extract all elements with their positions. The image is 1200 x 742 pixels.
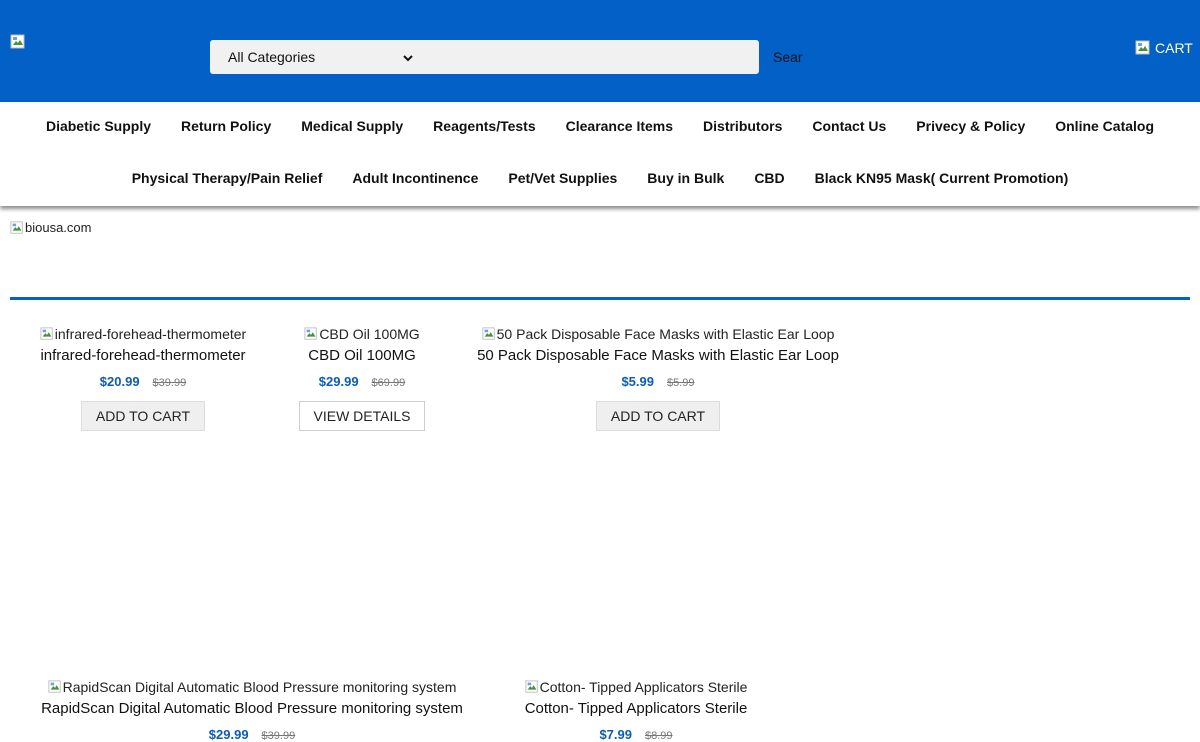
site-header: All Categories Sear CART bbox=[0, 0, 1200, 102]
product-name[interactable]: infrared-forehead-thermometer bbox=[30, 347, 256, 364]
section-divider bbox=[10, 297, 1190, 300]
nav-item-cbd[interactable]: CBD bbox=[739, 170, 799, 186]
nav-row-1: Diabetic Supply Return Policy Medical Su… bbox=[0, 118, 1200, 134]
broken-image-icon bbox=[304, 327, 318, 341]
nav-item-diabetic-supply[interactable]: Diabetic Supply bbox=[31, 118, 166, 134]
nav-item-return-policy[interactable]: Return Policy bbox=[166, 118, 286, 134]
cart-icon bbox=[1135, 40, 1151, 56]
broken-image-icon bbox=[525, 680, 539, 694]
add-to-cart-button[interactable]: ADD TO CART bbox=[595, 401, 721, 431]
nav-item-contact-us[interactable]: Contact Us bbox=[797, 118, 901, 134]
nav-item-pet-vet-supplies[interactable]: Pet/Vet Supplies bbox=[493, 170, 632, 186]
banner-alt-text: biousa.com bbox=[25, 220, 92, 235]
main-nav: Diabetic Supply Return Policy Medical Su… bbox=[0, 102, 1200, 206]
nav-item-privacy-policy[interactable]: Privecy & Policy bbox=[901, 118, 1040, 134]
nav-item-online-catalog[interactable]: Online Catalog bbox=[1040, 118, 1169, 134]
cart-link[interactable]: CART bbox=[1135, 40, 1193, 56]
product-image[interactable]: 50 Pack Disposable Face Masks with Elast… bbox=[468, 325, 848, 343]
product-image[interactable]: CBD Oil 100MG bbox=[272, 325, 452, 343]
product-prices: $5.99 $5.99 bbox=[468, 374, 848, 389]
nav-row-2: Physical Therapy/Pain Relief Adult Incon… bbox=[0, 170, 1200, 186]
nav-item-physical-therapy[interactable]: Physical Therapy/Pain Relief bbox=[117, 170, 338, 186]
broken-image-icon bbox=[482, 327, 496, 341]
search-button[interactable]: Sear bbox=[773, 49, 803, 65]
nav-item-black-kn95-mask[interactable]: Black KN95 Mask( Current Promotion) bbox=[800, 170, 1084, 186]
product-old-price: $39.99 bbox=[152, 377, 187, 389]
product-name[interactable]: 50 Pack Disposable Face Masks with Elast… bbox=[468, 347, 848, 364]
product-card: infrared-forehead-thermometer infrared-f… bbox=[30, 325, 256, 431]
product-card: CBD Oil 100MG CBD Oil 100MG $29.99 $69.9… bbox=[272, 325, 452, 431]
product-old-price: $8.99 bbox=[645, 730, 673, 742]
nav-item-distributors[interactable]: Distributors bbox=[688, 118, 797, 134]
category-select[interactable]: All Categories bbox=[210, 40, 424, 74]
product-prices: $20.99 $39.99 bbox=[30, 374, 256, 389]
product-image-alt: RapidScan Digital Automatic Blood Pressu… bbox=[62, 679, 457, 695]
product-old-price: $5.99 bbox=[667, 377, 695, 389]
add-to-cart-button[interactable]: ADD TO CART bbox=[80, 401, 206, 431]
nav-item-medical-supply[interactable]: Medical Supply bbox=[286, 118, 418, 134]
product-image-alt: CBD Oil 100MG bbox=[319, 326, 420, 342]
category-select-value: All Categories bbox=[228, 49, 316, 65]
product-image[interactable]: Cotton- Tipped Applicators Sterile bbox=[506, 678, 766, 696]
nav-item-buy-in-bulk[interactable]: Buy in Bulk bbox=[632, 170, 739, 186]
broken-image-icon bbox=[10, 220, 24, 235]
product-image-alt: Cotton- Tipped Applicators Sterile bbox=[539, 679, 748, 695]
product-name[interactable]: CBD Oil 100MG bbox=[272, 347, 452, 364]
product-image-alt: infrared-forehead-thermometer bbox=[54, 326, 247, 342]
nav-item-adult-incontinence[interactable]: Adult Incontinence bbox=[337, 170, 493, 186]
product-old-price: $69.99 bbox=[371, 377, 406, 389]
banner-image[interactable]: biousa.com bbox=[10, 220, 91, 235]
product-old-price: $39.99 bbox=[261, 730, 296, 742]
search-box: All Categories bbox=[210, 40, 763, 76]
product-image[interactable]: infrared-forehead-thermometer bbox=[30, 325, 256, 343]
product-name[interactable]: Cotton- Tipped Applicators Sterile bbox=[506, 700, 766, 717]
logo-broken-image-icon[interactable] bbox=[10, 34, 26, 50]
nav-item-clearance-items[interactable]: Clearance Items bbox=[551, 118, 688, 134]
product-prices: $29.99 $69.99 bbox=[272, 374, 452, 389]
nav-item-reagents-tests[interactable]: Reagents/Tests bbox=[418, 118, 550, 134]
product-card: Cotton- Tipped Applicators Sterile Cotto… bbox=[506, 678, 766, 742]
search-input[interactable] bbox=[424, 40, 763, 76]
product-card: 50 Pack Disposable Face Masks with Elast… bbox=[468, 325, 848, 431]
product-image-alt: 50 Pack Disposable Face Masks with Elast… bbox=[496, 326, 835, 342]
view-details-button[interactable]: VIEW DETAILS bbox=[298, 401, 426, 431]
cart-label: CART bbox=[1155, 40, 1193, 56]
product-name[interactable]: RapidScan Digital Automatic Blood Pressu… bbox=[30, 700, 474, 717]
product-price: $29.99 bbox=[318, 374, 359, 389]
broken-image-icon bbox=[48, 680, 62, 694]
product-price: $5.99 bbox=[621, 374, 654, 389]
broken-image-icon bbox=[40, 327, 54, 341]
chevron-down-icon bbox=[402, 51, 414, 63]
product-price: $20.99 bbox=[99, 374, 140, 389]
product-card: RapidScan Digital Automatic Blood Pressu… bbox=[30, 678, 474, 742]
product-image[interactable]: RapidScan Digital Automatic Blood Pressu… bbox=[30, 678, 474, 696]
